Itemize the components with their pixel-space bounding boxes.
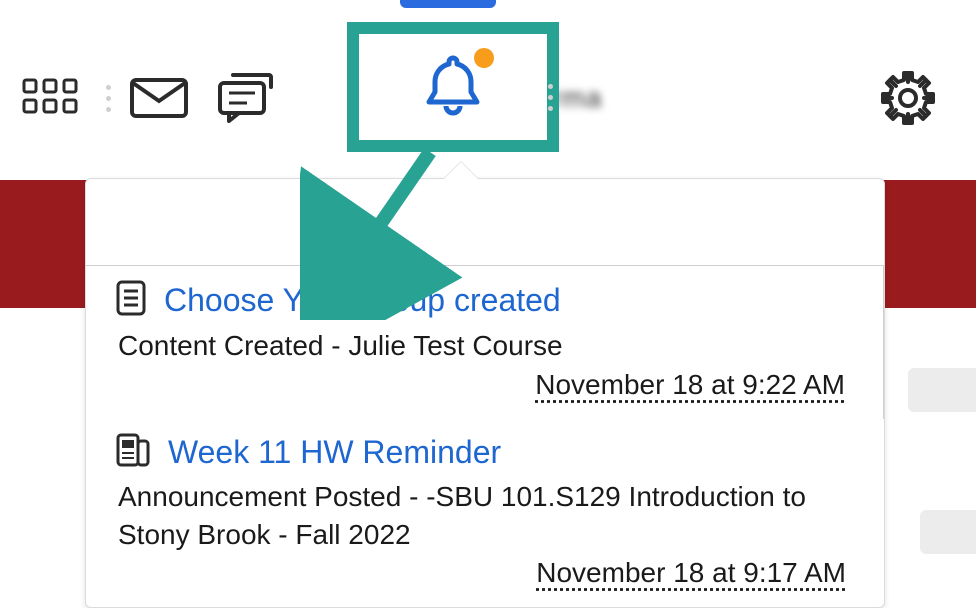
notification-item[interactable]: Week 11 HW Reminder Announcement Posted … <box>86 419 884 608</box>
notifications-button[interactable] <box>422 52 484 123</box>
background-block <box>908 368 976 412</box>
notification-title-link[interactable]: Choose Your Group created <box>164 282 561 319</box>
chat-button[interactable] <box>217 73 273 123</box>
notification-item[interactable]: Choose Your Group created Content Create… <box>86 266 884 419</box>
messages-button[interactable] <box>129 77 189 119</box>
notification-badge-icon <box>474 48 494 68</box>
popover-caret-icon <box>443 162 479 180</box>
apps-menu-button[interactable] <box>22 78 80 118</box>
notification-date: November 18 at 9:17 AM <box>116 557 846 589</box>
notifications-popover: Choose Your Group created Content Create… <box>85 178 885 608</box>
news-icon <box>116 433 150 472</box>
active-tab-indicator <box>400 0 496 8</box>
notification-list: Choose Your Group created Content Create… <box>86 265 884 607</box>
document-icon <box>116 280 146 321</box>
separator-icon <box>106 85 111 112</box>
background-block <box>920 510 976 554</box>
notification-subtitle: Announcement Posted - -SBU 101.S129 Intr… <box>118 478 846 554</box>
popover-header <box>86 179 884 265</box>
separator-icon <box>548 84 553 111</box>
notification-subtitle: Content Created - Julie Test Course <box>118 327 845 365</box>
notification-date: November 18 at 9:22 AM <box>116 369 845 401</box>
dismiss-check-icon[interactable] <box>856 207 884 238</box>
notification-title-link[interactable]: Week 11 HW Reminder <box>168 434 501 471</box>
settings-button[interactable] <box>880 70 936 126</box>
notifications-button-highlight <box>347 22 559 152</box>
